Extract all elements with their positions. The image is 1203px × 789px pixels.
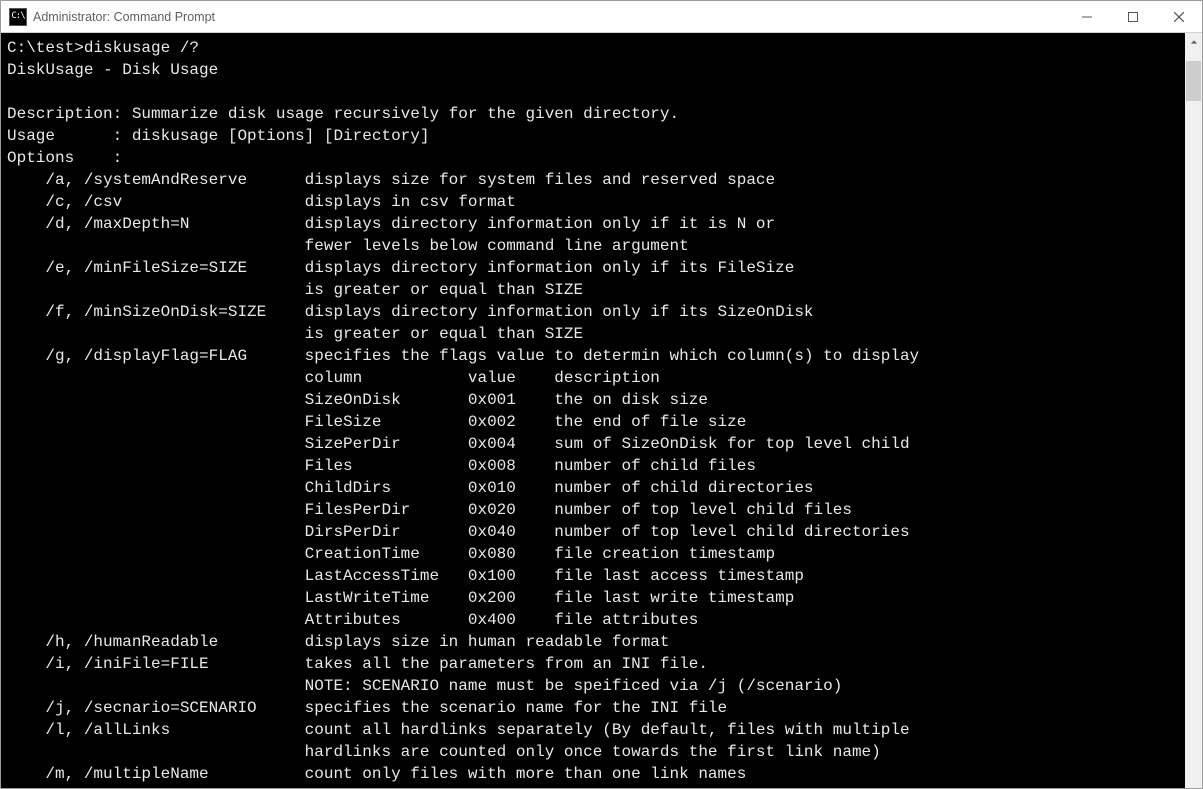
terminal[interactable]: C:\test>diskusage /? DiskUsage - Disk Us…: [1, 33, 1185, 788]
scroll-thumb[interactable]: [1186, 61, 1201, 101]
maximize-button[interactable]: [1110, 1, 1156, 32]
window-frame: C:\ Administrator: Command Prompt C:\tes…: [0, 0, 1203, 789]
vertical-scrollbar[interactable]: [1185, 33, 1202, 788]
scroll-up-arrow-icon[interactable]: [1185, 33, 1202, 50]
app-icon: C:\: [9, 8, 27, 26]
window-title: Administrator: Command Prompt: [33, 10, 215, 24]
terminal-output: C:\test>diskusage /? DiskUsage - Disk Us…: [7, 37, 1185, 785]
close-button[interactable]: [1156, 1, 1202, 32]
client-area: C:\test>diskusage /? DiskUsage - Disk Us…: [1, 33, 1202, 788]
titlebar[interactable]: C:\ Administrator: Command Prompt: [1, 1, 1202, 33]
minimize-button[interactable]: [1064, 1, 1110, 32]
